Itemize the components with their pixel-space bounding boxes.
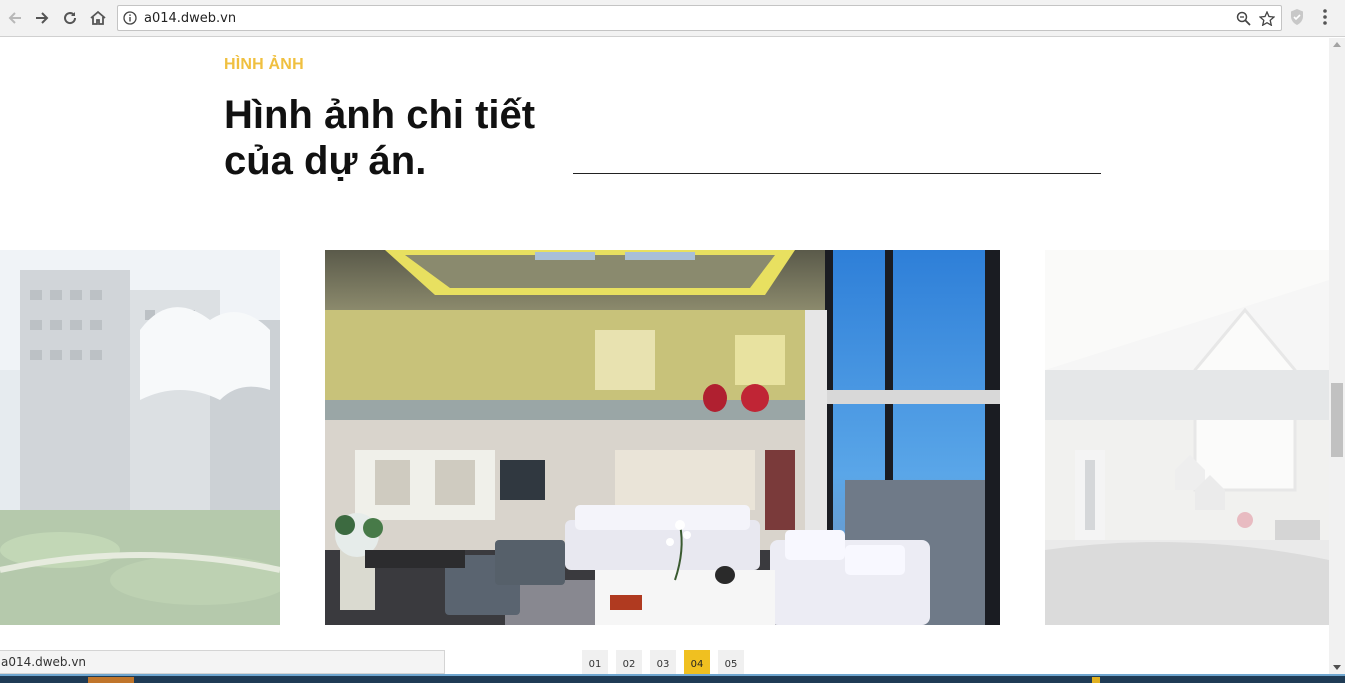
home-button[interactable] — [87, 7, 109, 29]
link-status-bubble: a014.dweb.vn — [0, 650, 445, 674]
forward-arrow-icon — [36, 12, 49, 24]
pager-page-05[interactable]: 05 — [718, 650, 744, 676]
site-info-icon[interactable] — [123, 11, 137, 30]
pager-page-03[interactable]: 03 — [650, 650, 676, 676]
gallery-slide-active[interactable] — [325, 250, 1000, 625]
kids-bedroom-image — [1045, 250, 1329, 625]
scroll-thumb[interactable] — [1331, 383, 1343, 457]
back-button[interactable] — [4, 7, 26, 29]
extension-shield-icon[interactable] — [1289, 8, 1305, 31]
browser-toolbar: a014.dweb.vn — [0, 0, 1345, 37]
forward-button[interactable] — [31, 7, 53, 29]
taskbar-tray-icon[interactable] — [1092, 677, 1100, 683]
taskbar-item[interactable] — [88, 677, 134, 683]
title-divider — [573, 173, 1101, 174]
living-room-image — [325, 250, 1000, 625]
reload-icon — [64, 12, 77, 25]
back-arrow-icon — [8, 12, 21, 24]
home-icon — [90, 10, 106, 25]
gallery-slide-prev[interactable] — [0, 250, 280, 625]
zoom-icon[interactable] — [1236, 11, 1251, 31]
address-bar[interactable]: a014.dweb.vn — [117, 5, 1282, 31]
pager-page-01[interactable]: 01 — [582, 650, 608, 676]
web-page: HÌNH ẢNH Hình ảnh chi tiết của dự án. 01… — [0, 38, 1329, 683]
gallery-pager: 01 02 03 04 05 — [582, 650, 744, 676]
pager-page-02[interactable]: 02 — [616, 650, 642, 676]
page-scrollbar[interactable] — [1329, 38, 1345, 674]
reload-button[interactable] — [59, 7, 81, 29]
building-exterior-image — [0, 250, 280, 625]
os-taskbar — [0, 674, 1345, 683]
bookmark-star-icon[interactable] — [1258, 10, 1276, 31]
scroll-up-arrow-icon[interactable] — [1333, 42, 1341, 47]
section-title: Hình ảnh chi tiết của dự án. — [224, 93, 536, 183]
menu-kebab-icon[interactable] — [1322, 8, 1328, 31]
address-url[interactable]: a014.dweb.vn — [144, 11, 236, 26]
section-eyebrow: HÌNH ẢNH — [224, 56, 304, 73]
scroll-down-arrow-icon[interactable] — [1333, 665, 1341, 670]
pager-page-04-active[interactable]: 04 — [684, 650, 710, 676]
gallery-slide-next[interactable] — [1045, 250, 1329, 625]
